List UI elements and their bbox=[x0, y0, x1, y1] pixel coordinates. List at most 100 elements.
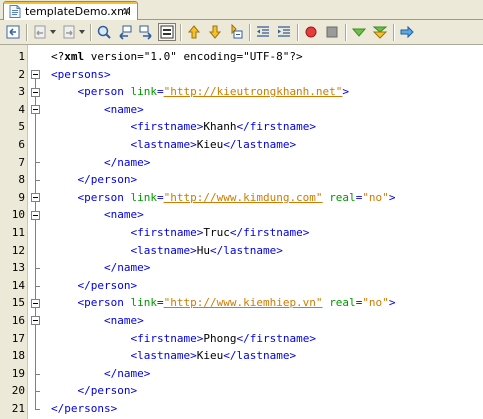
tab-close-icon[interactable]: x bbox=[123, 4, 130, 17]
previous-bookmark-icon[interactable] bbox=[185, 23, 203, 41]
xml-file-icon bbox=[9, 5, 21, 18]
back-to-source-icon[interactable] bbox=[4, 23, 22, 41]
code-line[interactable]: </name> bbox=[51, 365, 150, 383]
xml-editor-window: templateDemo.xml x 1 2 3 4 5 6 7 8 9 10 … bbox=[0, 0, 483, 419]
xml-token: </lastname> bbox=[209, 243, 283, 257]
code-line[interactable]: </person> bbox=[51, 277, 138, 295]
fold-end-marker bbox=[35, 180, 40, 181]
find-previous-icon[interactable] bbox=[116, 23, 134, 41]
code-line[interactable]: <lastname>Hu</lastname> bbox=[51, 242, 283, 260]
xml-token: </firstname> bbox=[236, 120, 316, 134]
code-line[interactable]: <name> bbox=[51, 101, 144, 119]
line-number: 9 bbox=[18, 190, 25, 204]
toolbar-separator bbox=[393, 24, 395, 41]
line-number: 5 bbox=[18, 120, 25, 134]
xml-token: <firstname> bbox=[130, 120, 204, 134]
code-line[interactable]: <person link="http://kieutrongkhanh.net"… bbox=[51, 83, 350, 101]
toolbar-separator bbox=[297, 24, 299, 41]
xml-token: <firstname> bbox=[130, 331, 204, 345]
xml-token: </lastname> bbox=[223, 138, 297, 151]
code-line[interactable]: <?xml version="1.0" encoding="UTF-8"?> bbox=[51, 48, 303, 66]
xml-token: link bbox=[130, 296, 157, 310]
shift-right-icon[interactable] bbox=[275, 23, 293, 41]
xml-token: <name> bbox=[103, 208, 144, 222]
code-line[interactable]: <name> bbox=[51, 206, 144, 224]
xml-token: <? bbox=[51, 50, 65, 63]
toggle-highlight-search-icon[interactable] bbox=[158, 23, 176, 41]
xml-token: > bbox=[342, 85, 350, 99]
stop-macro-icon[interactable] bbox=[323, 23, 341, 41]
xml-token: <name> bbox=[103, 314, 144, 327]
code-line[interactable]: <lastname>Kieu</lastname> bbox=[51, 347, 296, 365]
find-selection-icon[interactable] bbox=[95, 23, 113, 41]
fold-toggle-icon[interactable] bbox=[31, 298, 40, 308]
fold-toggle-icon[interactable] bbox=[31, 69, 40, 79]
line-number: 15 bbox=[11, 296, 25, 310]
xml-token: <person bbox=[77, 85, 131, 99]
code-line[interactable]: <person link="http://www.kiemhiep.vn" re… bbox=[51, 294, 396, 312]
tab-templatedemo-xml[interactable]: templateDemo.xml x bbox=[3, 1, 138, 20]
line-number: 6 bbox=[18, 138, 25, 151]
find-next-icon[interactable] bbox=[137, 23, 155, 41]
xml-token: <lastname> bbox=[130, 138, 197, 151]
active-tab-indicator bbox=[4, 2, 137, 4]
xml-token: Khanh bbox=[203, 120, 237, 134]
go-back-icon[interactable] bbox=[31, 23, 49, 41]
code-line[interactable]: </person> bbox=[51, 171, 138, 189]
toolbar-separator bbox=[249, 24, 251, 41]
xsl-transform-icon[interactable] bbox=[398, 23, 416, 41]
code-line[interactable]: <lastname>Kieu</lastname> bbox=[51, 136, 296, 154]
start-macro-icon[interactable] bbox=[302, 23, 320, 41]
code-line[interactable]: <firstname>Truc</firstname> bbox=[51, 224, 309, 242]
code-line[interactable]: <firstname>Phong</firstname> bbox=[51, 330, 315, 348]
code-line[interactable]: <persons> bbox=[51, 66, 111, 84]
fold-end-marker bbox=[35, 268, 40, 269]
shift-left-icon[interactable] bbox=[254, 23, 272, 41]
fold-toggle-icon[interactable] bbox=[31, 87, 40, 97]
line-number: 8 bbox=[18, 173, 25, 187]
line-number: 4 bbox=[18, 102, 25, 116]
line-number: 10 bbox=[11, 208, 25, 222]
xml-token: xml bbox=[64, 50, 85, 63]
chevron-down-icon[interactable] bbox=[50, 29, 56, 35]
code-line[interactable]: </name> bbox=[51, 154, 150, 172]
fold-toggle-icon[interactable] bbox=[31, 105, 40, 115]
toolbar-separator bbox=[345, 24, 347, 41]
fold-toggle-icon[interactable] bbox=[31, 193, 40, 203]
line-number: 11 bbox=[11, 226, 25, 239]
validate-xml-icon[interactable] bbox=[371, 23, 389, 41]
fold-guide bbox=[35, 219, 36, 268]
xml-token: "no" bbox=[362, 190, 389, 204]
code-line[interactable]: </persons> bbox=[51, 400, 117, 418]
code-line[interactable]: <person link="http://www.kimdung.com" re… bbox=[51, 189, 396, 207]
go-forward-icon[interactable] bbox=[60, 23, 78, 41]
next-bookmark-icon[interactable] bbox=[206, 23, 224, 41]
xml-token: Kieu bbox=[196, 138, 224, 151]
fold-toggle-icon[interactable] bbox=[31, 316, 40, 326]
line-number: 3 bbox=[18, 85, 25, 99]
fold-toggle-icon[interactable] bbox=[31, 210, 40, 220]
code-line[interactable]: </name> bbox=[51, 259, 150, 277]
toggle-bookmark-icon[interactable] bbox=[227, 23, 245, 41]
check-xml-icon[interactable] bbox=[350, 23, 368, 41]
xml-token: "http://www.kiemhiep.vn" bbox=[163, 296, 323, 310]
fold-margin bbox=[28, 45, 44, 419]
code-line[interactable]: </person> bbox=[51, 382, 138, 400]
line-number: 14 bbox=[11, 278, 25, 292]
code-line[interactable]: <firstname>Khanh</firstname> bbox=[51, 118, 316, 136]
xml-token: </firstname> bbox=[229, 226, 310, 239]
line-number: 18 bbox=[11, 349, 25, 363]
code-text-area[interactable]: <?xml version="1.0" encoding="UTF-8"?> <p… bbox=[44, 45, 483, 419]
code-editor[interactable]: 1 2 3 4 5 6 7 8 9 10 11 12 13 14 15 16 17 18 19 20 21 <?xml … bbox=[0, 45, 483, 419]
xml-token: Phong bbox=[203, 331, 237, 345]
code-line[interactable]: <name> bbox=[51, 312, 144, 330]
fold-end-marker bbox=[35, 162, 40, 164]
line-number: 21 bbox=[11, 402, 25, 415]
xml-token: > bbox=[388, 296, 396, 310]
line-number: 7 bbox=[18, 155, 25, 169]
line-number: 2 bbox=[18, 67, 25, 81]
xml-token: real bbox=[329, 296, 356, 310]
chevron-down-icon[interactable] bbox=[79, 29, 85, 35]
